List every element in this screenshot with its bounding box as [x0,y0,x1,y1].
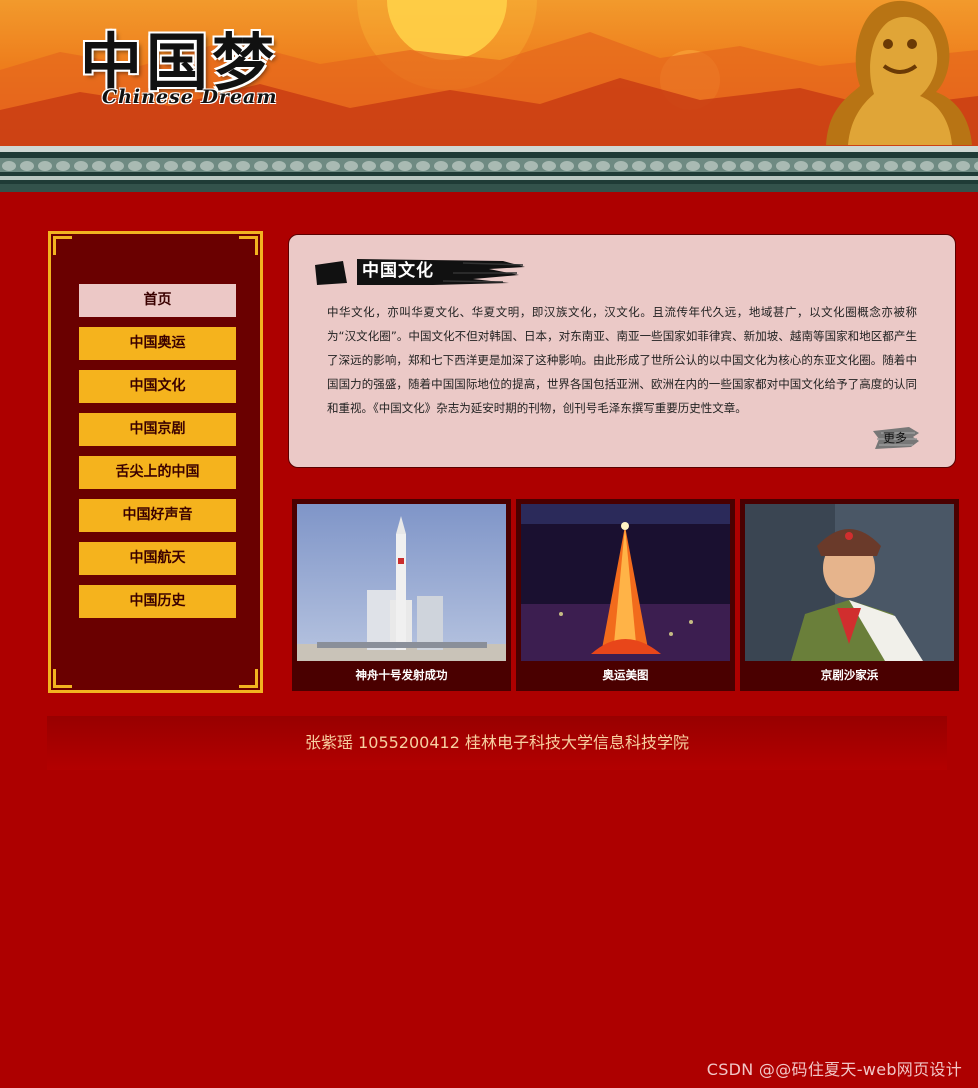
roof-tile [920,161,934,171]
photo-card-shenzhou[interactable]: 神舟十号发射成功 [292,499,511,691]
roof-tile [380,161,394,171]
article-card: 中国文化 中华文化，亦叫华夏文化、华夏文明，即汉族文化，汉文化。且流传年代久远，… [288,234,956,468]
roof-tile [326,161,340,171]
frame-corner-ornament [239,669,258,688]
olympic-ceremony-image [521,504,730,661]
roof-tile [92,161,106,171]
csdn-watermark: CSDN @@码住夏天-web网页设计 [706,1060,962,1079]
roof-tile [848,161,862,171]
roof-tile [776,161,790,171]
roof-tiles-decoration [0,146,978,192]
roof-tile [488,161,502,171]
frame-corner-ornament [53,669,72,688]
roof-tile [704,161,718,171]
roof-tile [830,161,844,171]
photo-card-olympics[interactable]: 奥运美图 [516,499,735,691]
roof-tile [128,161,142,171]
nav-item-olympics[interactable]: 中国奥运 [79,327,236,360]
roof-tile [110,161,124,171]
roof-tile [506,161,520,171]
nav-item-peking-opera[interactable]: 中国京剧 [79,413,236,446]
page-footer: 张紫瑶 1055200412 桂林电子科技大学信息科技学院 [47,716,947,770]
sidebar-nav: 首页 中国奥运 中国文化 中国京剧 舌尖上的中国 中国好声音 中国航天 中国历史 [79,284,236,628]
roof-tile [56,161,70,171]
article-title: 中国文化 [362,261,434,281]
site-logo-english: Chinese Dream [102,86,278,108]
article-body: 中华文化，亦叫华夏文化、华夏文明，即汉族文化，汉文化。且流传年代久远，地域甚广，… [327,305,917,415]
roof-tile [956,161,970,171]
roof-tile [794,161,808,171]
roof-tile [434,161,448,171]
roof-tile [38,161,52,171]
roof-tile [686,161,700,171]
article-heading: 中国文化 [313,255,527,289]
roof-tile [902,161,916,171]
roof-tile [290,161,304,171]
roof-tile [20,161,34,171]
roof-tile [650,161,664,171]
roof-tile [398,161,412,171]
roof-tile [938,161,952,171]
photo-gallery: 神舟十号发射成功 奥运美图 京剧沙家浜 [292,499,960,691]
roof-tile [200,161,214,171]
roof-tile [218,161,232,171]
roof-tile [236,161,250,171]
roof-tile [524,161,538,171]
roof-tile [542,161,556,171]
roof-tile [740,161,754,171]
more-button-label: 更多 [882,431,907,445]
roof-tile [452,161,466,171]
roof-tile [596,161,610,171]
roof-tile [272,161,286,171]
roof-tile [560,161,574,171]
frame-corner-ornament [239,236,258,255]
photo-caption: 京剧沙家浜 [820,668,879,682]
roof-tile [74,161,88,171]
roof-tile [470,161,484,171]
nav-item-aerospace[interactable]: 中国航天 [79,542,236,575]
nav-item-history[interactable]: 中国历史 [79,585,236,618]
roof-tile [884,161,898,171]
roof-tile [146,161,160,171]
footer-text: 张紫瑶 1055200412 桂林电子科技大学信息科技学院 [305,733,689,752]
opera-portrait-image [745,504,954,661]
header-banner: 中国梦 Chinese Dream [0,0,978,192]
roof-tile [866,161,880,171]
nav-item-home[interactable]: 首页 [79,284,236,317]
roof-tile [758,161,772,171]
frame-corner-ornament [53,236,72,255]
roof-tile [632,161,646,171]
nav-item-culture[interactable]: 中国文化 [79,370,236,403]
photo-card-opera[interactable]: 京剧沙家浜 [740,499,959,691]
more-button[interactable]: 更多 [869,425,921,451]
roof-tile [164,161,178,171]
roof-tile [722,161,736,171]
nav-item-food[interactable]: 舌尖上的中国 [79,456,236,489]
roof-tile [308,161,322,171]
roof-tile [578,161,592,171]
roof-tile [416,161,430,171]
roof-tile [614,161,628,171]
rocket-launch-image [297,504,506,661]
roof-tile [668,161,682,171]
nav-item-voice[interactable]: 中国好声音 [79,499,236,532]
roof-tile [254,161,268,171]
roof-tile [344,161,358,171]
photo-caption: 奥运美图 [602,668,649,682]
roof-tile [812,161,826,171]
roof-tile [362,161,376,171]
sidebar-frame: 首页 中国奥运 中国文化 中国京剧 舌尖上的中国 中国好声音 中国航天 中国历史 [48,231,263,693]
photo-caption: 神舟十号发射成功 [355,668,448,682]
roof-tile [182,161,196,171]
roof-tile [2,161,16,171]
